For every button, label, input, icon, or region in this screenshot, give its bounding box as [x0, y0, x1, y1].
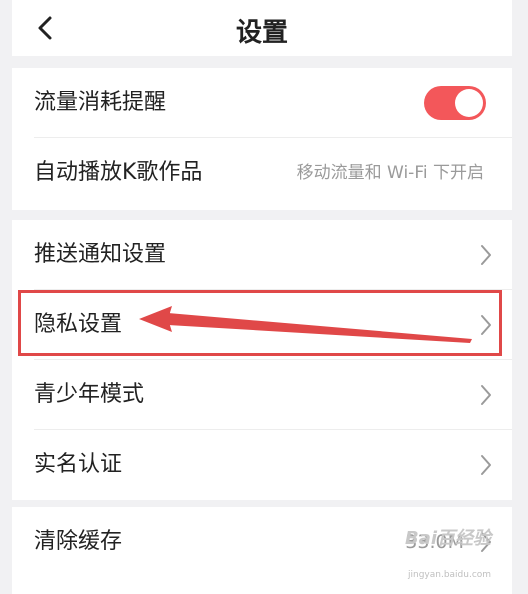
row-label: 隐私设置 — [34, 312, 123, 337]
chevron-right-icon — [481, 385, 491, 405]
row-label: 实名认证 — [34, 452, 123, 477]
page-title: 设置 — [235, 18, 288, 48]
settings-section-storage: 清除缓存 33.0M — [12, 507, 512, 594]
toggle-knob — [455, 89, 483, 117]
row-label: 推送通知设置 — [34, 242, 167, 267]
row-autoplay-k-song[interactable]: 自动播放K歌作品 移动流量和 Wi-Fi 下开启 — [12, 138, 512, 208]
row-value: 移动流量和 Wi-Fi 下开启 — [296, 163, 484, 183]
watermark-logo: Bai百经验 — [405, 528, 492, 549]
row-label: 流量消耗提醒 — [34, 90, 167, 115]
chevron-right-icon — [481, 315, 491, 335]
header-bar: 设置 — [12, 0, 512, 56]
data-usage-toggle[interactable] — [424, 86, 486, 120]
settings-section-general: 推送通知设置 隐私设置 青少年模式 实名认证 — [12, 220, 512, 500]
row-label: 青少年模式 — [34, 382, 145, 407]
row-label: 清除缓存 — [34, 529, 123, 554]
row-privacy-settings[interactable]: 隐私设置 — [12, 290, 512, 360]
chevron-right-icon — [481, 455, 491, 475]
settings-page: 设置 流量消耗提醒 自动播放K歌作品 移动流量和 Wi-Fi 下开启 推送通知设… — [0, 0, 528, 594]
row-teen-mode[interactable]: 青少年模式 — [12, 360, 512, 430]
chevron-right-icon — [481, 245, 491, 265]
settings-section-data: 流量消耗提醒 自动播放K歌作品 移动流量和 Wi-Fi 下开启 — [12, 68, 512, 210]
watermark-url: jingyan.baidu.com — [408, 570, 492, 580]
row-real-name-verification[interactable]: 实名认证 — [12, 430, 512, 500]
row-data-usage-reminder[interactable]: 流量消耗提醒 — [12, 68, 512, 138]
row-push-notification-settings[interactable]: 推送通知设置 — [12, 220, 512, 290]
row-label: 自动播放K歌作品 — [34, 160, 203, 185]
